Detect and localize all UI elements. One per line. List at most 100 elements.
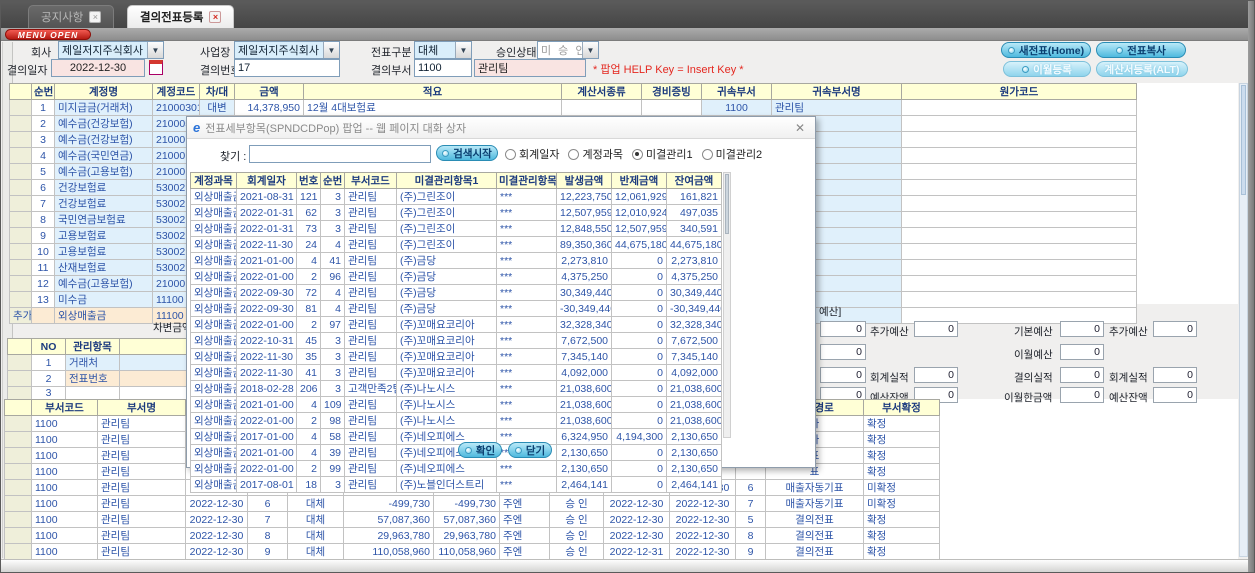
cell-amount[interactable]: 14,378,950 [234,99,304,116]
row-header-cell[interactable] [9,163,32,180]
cell-entry-date[interactable]: 2022-12-30 [669,543,736,559]
budget-box[interactable]: 0 [1153,321,1197,337]
pending-item-row[interactable]: 외상매출금 2022-01-00 2 96 관리팀 (주)금당 *** 4,37… [190,268,722,285]
cell-seq[interactable]: 39 [320,444,345,461]
cell-entry-path[interactable]: 매출자동기표 [765,479,864,496]
pending-item-row[interactable]: 외상매출금 2022-11-30 41 3 관리팀 (주)꼬매요코리아 *** … [190,364,722,381]
cell-occur-amount[interactable]: 4,092,000 [556,364,612,381]
cell-mgmt-item2[interactable]: *** [496,284,557,301]
cell-entry-path[interactable]: 결의전표 [765,543,864,559]
cell-entry-path[interactable]: 결의전표 [765,527,864,544]
cell-cost-code[interactable] [901,131,1137,148]
search-button[interactable]: 검색시작 [436,145,498,161]
confirm-button[interactable]: 확인 [458,442,502,458]
cell-account[interactable]: 외상매출금 [190,364,237,381]
cell-remain-amount[interactable]: 2,464,141 [666,476,722,493]
cell-dept[interactable]: 관리팀 [344,284,397,301]
cell-account[interactable]: 외상매출금 [190,316,237,333]
cell-repaid-amount[interactable]: 4,194,300 [611,428,667,445]
cell-dept[interactable]: 관리팀 [344,252,397,269]
cell-seq[interactable]: 9 [31,227,55,244]
cell-no[interactable]: 206 [296,380,321,397]
cell-no[interactable]: 6 [247,495,288,512]
cell-seq[interactable]: 5 [31,163,55,180]
radio-account-subject[interactable]: 계정과목 [568,146,623,162]
cell-account[interactable]: 외상매출금 [190,396,237,413]
cell-mgmt-item1[interactable]: (주)금당 [396,300,497,317]
cell-cost-code[interactable] [901,243,1137,260]
pending-item-row[interactable]: 외상매출금 2021-01-00 4 39 관리팀 (주)네오피에스 *** 2… [190,444,722,461]
cell-seq[interactable]: 3 [320,188,345,205]
cell-dept[interactable]: 관리팀 [344,364,397,381]
cell-amount[interactable]: -499,730 [343,495,434,512]
cell-repaid-amount[interactable]: 0 [611,476,667,493]
cell-occur-amount[interactable]: 4,375,250 [556,268,612,285]
cell-no[interactable]: 8 [247,527,288,544]
cell-date[interactable]: 2022-01-31 [236,220,297,237]
cell-occur-amount[interactable]: 2,130,650 [556,460,612,477]
cell-no[interactable]: 41 [296,364,321,381]
cell-dept[interactable]: 관리팀 [344,460,397,477]
row-header-cell[interactable] [9,147,32,164]
row-header-cell[interactable] [4,463,32,480]
cell-dept-confirm[interactable]: 확정 [863,543,940,559]
row-header-cell[interactable] [9,195,32,212]
cell-seq[interactable]: 3 [320,380,345,397]
vertical-scrollbar[interactable] [1239,83,1248,557]
row-header-cell[interactable] [4,447,32,464]
cell-remain-amount[interactable]: 4,092,000 [666,364,722,381]
cell-date[interactable]: 2017-01-00 [236,428,297,445]
cell-account-name[interactable]: 예수금(고용보험) [54,275,153,292]
cell-seq[interactable]: 4 [31,147,55,164]
slip-type-select[interactable]: 대체 ▼ [414,41,472,59]
site-select[interactable]: 제일저지주식회사 ▼ [234,41,340,59]
pending-item-row[interactable]: 외상매출금 2022-09-30 72 4 관리팀 (주)금당 *** 30,3… [190,284,722,301]
cell-occur-amount[interactable]: 21,038,600 [556,412,612,429]
cell-cost-code[interactable] [901,195,1137,212]
cell-mgmt-item2[interactable]: *** [496,348,557,365]
copy-voucher-button[interactable]: 전표복사 [1096,42,1186,58]
add-row-header[interactable]: 추가 [9,307,32,324]
cell-seq[interactable]: 41 [320,252,345,269]
cell-account[interactable]: 외상매출금 [190,348,237,365]
cell-repaid-amount[interactable]: 12,061,929 [611,188,667,205]
cell-date[interactable]: 2022-11-30 [236,364,297,381]
cell-cost-code[interactable] [901,291,1137,308]
cell-no[interactable]: 2 [296,412,321,429]
cell-dept-code[interactable]: 1100 [31,415,98,432]
cell-account-name[interactable]: 건강보험료 [54,195,153,212]
radio-account-date[interactable]: 회계일자 [505,146,559,162]
cell-dept-name[interactable]: 관리팀 [97,463,186,480]
close-button[interactable]: 닫기 [508,442,552,458]
cell-mgmt-item2[interactable]: *** [496,268,557,285]
cell-remain-amount[interactable]: -30,349,440 [666,300,722,317]
cell-entry-date[interactable]: 2022-12-30 [669,527,736,544]
cell-no[interactable]: 4 [296,396,321,413]
pending-item-row[interactable]: 외상매출금 2018-02-28 206 3 고객만족2팀(J2 (주)나노시스… [190,380,722,397]
cell-no[interactable]: 73 [296,220,321,237]
cell-entry-date[interactable]: 2022-12-30 [669,495,736,512]
cell-no[interactable]: 81 [296,300,321,317]
cell-remain-amount[interactable]: 44,675,180 [666,236,722,253]
row-header-cell[interactable] [9,179,32,196]
chevron-down-icon[interactable]: ▼ [455,42,471,58]
cell-no[interactable]: 62 [296,204,321,221]
cell-seq[interactable]: 2 [31,115,55,132]
cell-resolution-date[interactable]: 2022-12-30 [185,511,248,528]
cell-mgmt-item1[interactable]: (주)꼬매요코리아 [396,348,497,365]
chevron-down-icon[interactable]: ▼ [582,42,598,58]
cell-writer[interactable]: 주엔 [499,511,550,528]
cell-dept-confirm[interactable]: 확정 [863,527,940,544]
tab-close-icon[interactable]: × [89,11,102,23]
cell-remain-amount[interactable]: 32,328,340 [666,316,722,333]
cell-dept-name[interactable]: 관리팀 [771,99,902,116]
cell-dept-code[interactable]: 1100 [31,543,98,559]
row-header-cell[interactable] [4,511,32,528]
cell-dept[interactable]: 관리팀 [344,348,397,365]
cell-mgmt-item1[interactable]: (주)금당 [396,284,497,301]
cell-dept-code[interactable]: 1100 [31,447,98,464]
cell-remain-amount[interactable]: 161,821 [666,188,722,205]
budget-box[interactable]: 0 [820,321,866,337]
cell-seq[interactable]: 8 [31,211,55,228]
cell-occur-amount[interactable]: 12,223,750 [556,188,612,205]
